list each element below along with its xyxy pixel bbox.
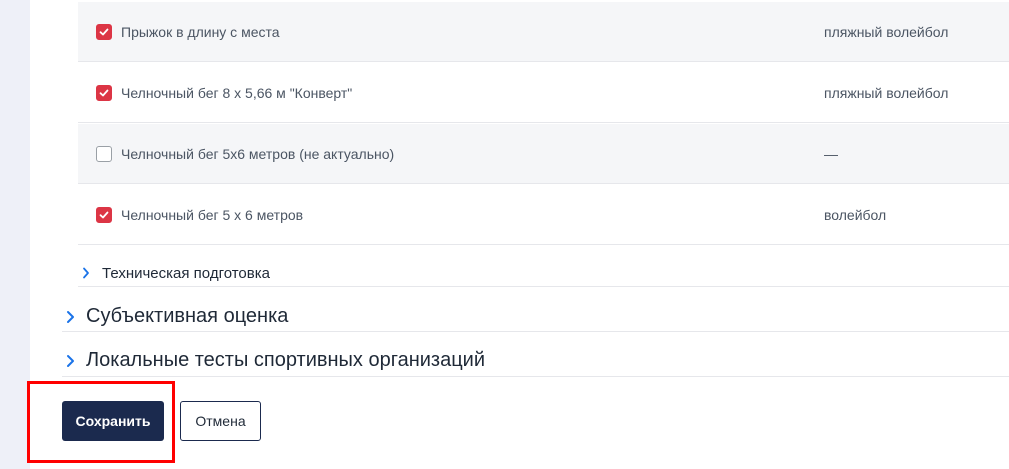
test-name: Челночный бег 5 х 6 метров bbox=[121, 207, 304, 223]
test-row: Челночный бег 5х6 метров (не актуально) … bbox=[78, 124, 1009, 184]
subsection-label: Техническая подготовка bbox=[102, 265, 270, 282]
test-name: Прыжок в длину с места bbox=[121, 24, 280, 40]
test-sport: волейбол bbox=[824, 207, 887, 223]
highlight-frame bbox=[27, 381, 175, 463]
checkmark-icon bbox=[99, 89, 109, 97]
test-row: Челночный бег 8 х 5,66 м "Конверт" пляжн… bbox=[78, 63, 1009, 123]
test-sport: пляжный волейбол bbox=[824, 24, 949, 40]
test-checkbox[interactable] bbox=[96, 24, 112, 40]
test-row: Челночный бег 5 х 6 метров волейбол bbox=[78, 185, 1009, 245]
chevron-right-icon bbox=[67, 355, 74, 367]
cancel-button[interactable]: Отмена bbox=[180, 401, 261, 441]
left-background-strip bbox=[0, 0, 30, 469]
checkmark-icon bbox=[99, 28, 109, 36]
test-row: Прыжок в длину с места пляжный волейбол bbox=[78, 2, 1009, 62]
section-label: Локальные тесты спортивных организаций bbox=[86, 349, 486, 371]
chevron-right-icon bbox=[83, 267, 89, 279]
section-label: Субъективная оценка bbox=[86, 305, 289, 327]
divider bbox=[62, 376, 1009, 377]
divider bbox=[78, 286, 1009, 287]
test-checkbox[interactable] bbox=[96, 85, 112, 101]
test-sport: пляжный волейбол bbox=[824, 85, 949, 101]
test-checkbox[interactable] bbox=[96, 207, 112, 223]
chevron-right-icon bbox=[67, 311, 74, 323]
test-name: Челночный бег 5х6 метров (не актуально) bbox=[121, 146, 395, 162]
test-checkbox[interactable] bbox=[96, 146, 112, 162]
divider bbox=[62, 331, 1009, 332]
test-name: Челночный бег 8 х 5,66 м "Конверт" bbox=[121, 85, 353, 101]
checkmark-icon bbox=[99, 211, 109, 219]
test-sport: — bbox=[824, 146, 838, 162]
